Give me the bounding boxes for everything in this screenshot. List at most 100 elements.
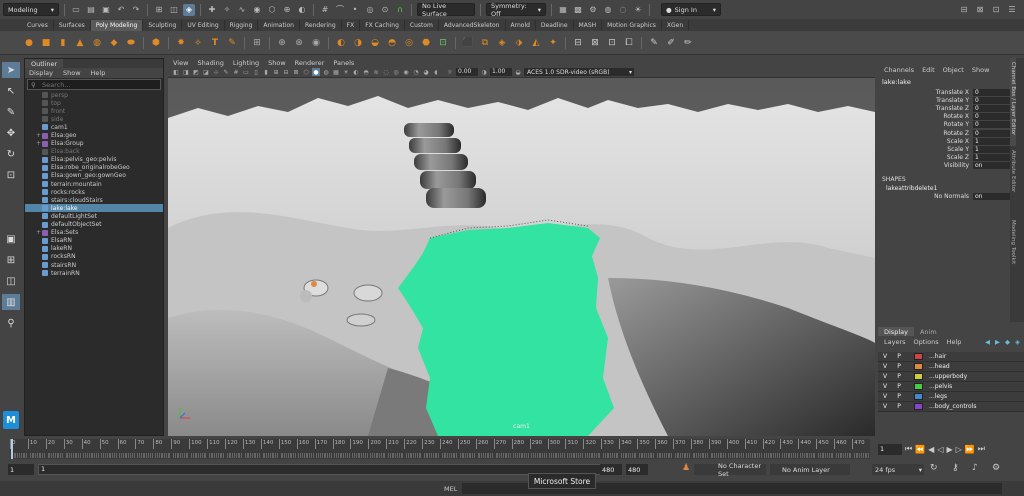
outliner-item[interactable]: Elsa:gown_geo:gownGeo — [25, 172, 163, 180]
visibility-toggle[interactable]: V — [878, 403, 892, 410]
scale-tool-icon[interactable]: ⊡ — [2, 167, 20, 183]
film-gate-icon[interactable]: ▭ — [242, 68, 250, 76]
layer-color-swatch[interactable] — [914, 403, 923, 410]
new-layer-selected-icon[interactable]: ◈ — [1015, 338, 1020, 346]
channel-value[interactable]: 0 — [973, 121, 1011, 129]
attr-value[interactable]: on — [973, 193, 1011, 201]
layer-row[interactable]: V P ...body_controls — [878, 402, 1024, 412]
select-by-render-icon[interactable]: ◐ — [296, 4, 308, 16]
lasso-tool-icon[interactable]: ↖ — [2, 83, 20, 99]
render-view-icon[interactable]: ◌ — [617, 4, 629, 16]
visibility-toggle[interactable]: V — [878, 363, 892, 370]
outliner-item[interactable]: persp — [25, 91, 163, 99]
menu-renderer[interactable]: Renderer — [295, 59, 325, 67]
platonic-icon[interactable]: ⬢ — [149, 36, 163, 50]
textured-icon[interactable]: ▦ — [332, 68, 340, 76]
outliner-item[interactable]: side — [25, 115, 163, 123]
tab-fx[interactable]: FX — [342, 20, 361, 31]
playback-end-field[interactable]: 480 — [626, 464, 648, 475]
antialias-icon[interactable]: ◌ — [382, 68, 390, 76]
camera-icon[interactable]: ◧ — [172, 68, 180, 76]
paint-select-icon[interactable]: ✎ — [2, 104, 20, 120]
attribute-editor-icon[interactable]: ⊠ — [974, 4, 986, 16]
magnet-icon[interactable]: ∩ — [394, 4, 406, 16]
outliner-item[interactable]: defaultObjectSet — [25, 221, 163, 229]
outliner-item[interactable]: terrainRN — [25, 269, 163, 277]
render-frame-icon[interactable]: ▦ — [557, 4, 569, 16]
ipr-render-icon[interactable]: ▩ — [572, 4, 584, 16]
new-layer-icon[interactable]: ◆ — [1005, 338, 1010, 346]
start-time-field[interactable]: 1 — [8, 464, 34, 475]
boolean-union-icon[interactable]: ◐ — [334, 36, 348, 50]
layer-row[interactable]: V P ...upperbody — [878, 372, 1024, 382]
channel-row[interactable]: Translate Z 0 — [878, 104, 1024, 112]
visibility-toggle[interactable]: V — [878, 373, 892, 380]
mel-label[interactable]: MEL — [444, 485, 457, 493]
poly-disc-icon[interactable]: ⬬ — [124, 36, 138, 50]
new-scene-icon[interactable]: ▭ — [70, 4, 82, 16]
bookmark-icon[interactable]: ◩ — [192, 68, 200, 76]
layer-row[interactable]: V P ...head — [878, 362, 1024, 372]
target-weld-icon[interactable]: ⊡ — [605, 36, 619, 50]
tab-poly-modeling[interactable]: Poly Modeling — [90, 20, 144, 31]
quad-draw-icon[interactable]: ✎ — [647, 36, 661, 50]
playback-toggle[interactable]: P — [892, 373, 906, 380]
tab-modeling-toolkit[interactable]: Modeling Toolkit — [1010, 216, 1016, 286]
tab-fx-caching[interactable]: FX Caching — [360, 20, 405, 31]
camera-attr-icon[interactable]: ◨ — [182, 68, 190, 76]
outliner-item[interactable]: + Elsa:Sets — [25, 229, 163, 237]
play-back-icon[interactable]: ◁ — [937, 445, 943, 454]
tab-animation[interactable]: Animation — [258, 20, 300, 31]
fps-dropdown[interactable]: 24 fps ▾ — [872, 464, 924, 475]
tab-rendering[interactable]: Rendering — [300, 20, 342, 31]
rotate-tool-icon[interactable]: ↻ — [2, 146, 20, 162]
channel-row[interactable]: Rotate X 0 — [878, 113, 1024, 121]
expand-icon[interactable]: + — [35, 140, 42, 147]
anim-layer-dropdown[interactable]: No Anim Layer — [770, 464, 850, 475]
two-view-icon[interactable]: ◫ — [2, 273, 20, 289]
step-back-icon[interactable]: ◀ — [928, 445, 934, 454]
select-by-joint-icon[interactable]: ✧ — [221, 4, 233, 16]
symmetry-dropdown[interactable]: Symmetry: Off ▾ — [486, 2, 546, 18]
menu-show[interactable]: Show — [972, 66, 990, 74]
channel-box-icon[interactable]: ☰ — [1006, 4, 1018, 16]
channel-value[interactable]: 0 — [973, 113, 1011, 121]
snap-grid-icon[interactable]: # — [319, 4, 331, 16]
outliner-item[interactable]: lake:lake — [25, 204, 163, 213]
time-slider[interactable]: 0 10 20 30 40 50 60 70 80 90 100 110 120 130 140 150 160… — [0, 437, 875, 460]
connect-icon[interactable]: ⧠ — [622, 36, 636, 50]
tab-display[interactable]: Display — [878, 327, 914, 336]
gamma-icon[interactable]: ◑ — [480, 68, 488, 76]
single-view-icon[interactable]: ▣ — [2, 231, 20, 247]
super-shape-icon[interactable]: ✸ — [174, 36, 188, 50]
outliner-item[interactable]: cam1 — [25, 123, 163, 131]
playback-toggle[interactable]: P — [892, 383, 906, 390]
outliner-item[interactable]: lakeRN — [25, 245, 163, 253]
xray-joints-icon[interactable]: ◕ — [422, 68, 430, 76]
move-layer-up-icon[interactable]: ◀ — [985, 338, 990, 346]
retopo-icon[interactable]: ⊡ — [436, 36, 450, 50]
search-input[interactable]: ⚲ Search... — [27, 79, 161, 90]
layer-row[interactable]: V P ...legs — [878, 392, 1024, 402]
signin-button[interactable]: ● Sign In ▾ — [661, 3, 721, 16]
snap-curve-icon[interactable]: ⌒ — [334, 4, 346, 16]
exposure-icon[interactable]: ☼ — [446, 68, 454, 76]
layer-color-swatch[interactable] — [914, 363, 923, 370]
outliner-item[interactable]: defaultLightSet — [25, 212, 163, 220]
menu-shading[interactable]: Shading — [197, 59, 223, 67]
boolean-intersect-icon[interactable]: ◒ — [368, 36, 382, 50]
safe-title-icon[interactable]: ⊠ — [292, 68, 300, 76]
layer-color-swatch[interactable] — [914, 383, 923, 390]
outliner-item[interactable]: rocks:rocks — [25, 188, 163, 196]
audio-icon[interactable]: ♪ — [972, 463, 978, 473]
visibility-toggle[interactable]: V — [878, 393, 892, 400]
type-icon[interactable]: T — [208, 36, 222, 50]
menu-edit[interactable]: Edit — [922, 66, 935, 74]
component-mode-icon[interactable]: ◈ — [183, 3, 195, 16]
poly-plane-icon[interactable]: ◆ — [107, 36, 121, 50]
select-by-surface-icon[interactable]: ◉ — [251, 4, 263, 16]
menu-layers[interactable]: Layers — [884, 338, 906, 346]
expand-icon[interactable]: + — [35, 229, 42, 236]
isolate-select-icon[interactable]: ◉ — [402, 68, 410, 76]
select-tool-icon[interactable]: ➤ — [2, 62, 20, 78]
